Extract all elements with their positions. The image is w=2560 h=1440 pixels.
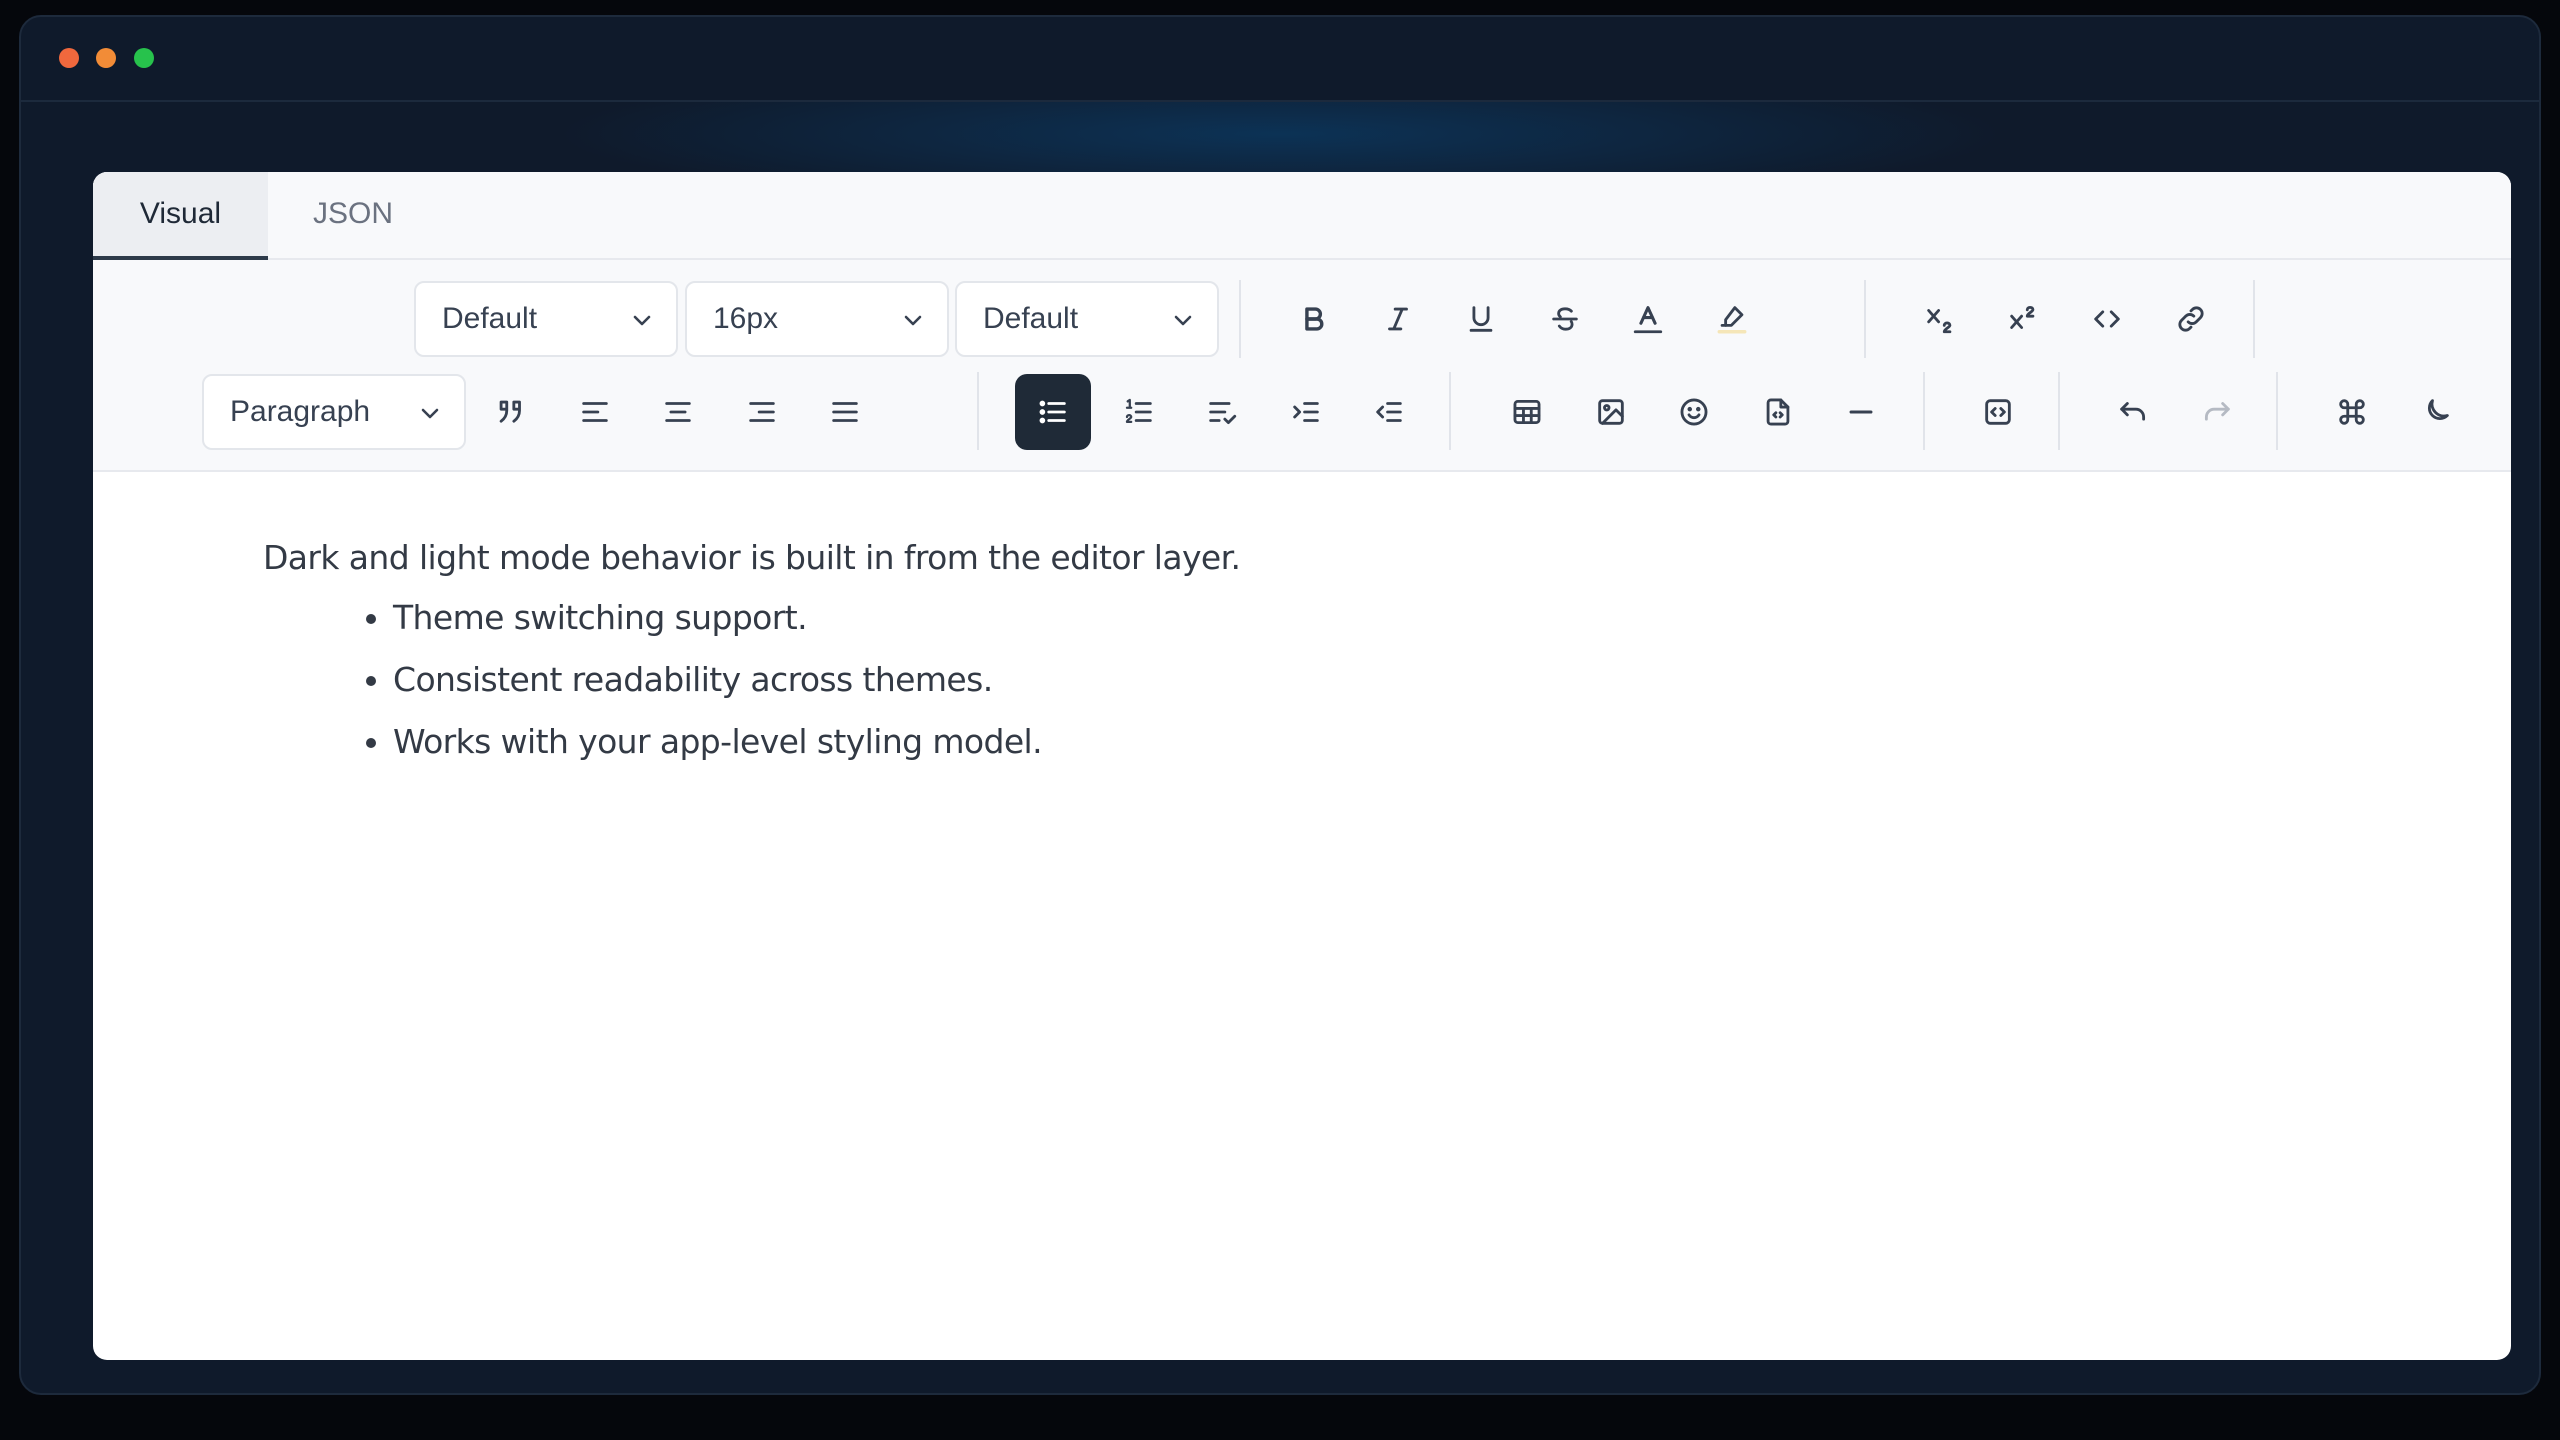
align-right-icon xyxy=(749,402,775,422)
align-justify-icon xyxy=(832,402,858,422)
theme-toggle-button[interactable] xyxy=(2406,382,2466,442)
text-color-icon xyxy=(1633,306,1663,334)
close-window-button[interactable] xyxy=(59,48,79,68)
superscript-icon xyxy=(2010,305,2035,329)
strikethrough-icon xyxy=(1552,307,1578,331)
editor-tab-bar: Visual JSON xyxy=(93,172,2511,260)
code-block-icon xyxy=(1985,399,2011,425)
chevron-down-icon xyxy=(904,315,922,326)
bullet-list-button[interactable] xyxy=(1015,374,1091,450)
toolbar-separator xyxy=(1449,372,1451,450)
minimize-window-button[interactable] xyxy=(96,48,116,68)
app-window: Visual JSON Default 16px Default Paragra… xyxy=(19,15,2541,1395)
font-size-select[interactable]: 16px xyxy=(685,281,949,357)
image-icon xyxy=(1598,399,1624,425)
subscript-button[interactable] xyxy=(1910,289,1970,349)
list-item: Works with your app-level styling model. xyxy=(393,711,1043,773)
line-height-value: Default xyxy=(983,302,1079,335)
highlight-icon xyxy=(1717,306,1747,334)
command-palette-button[interactable] xyxy=(2322,382,2382,442)
title-bar xyxy=(21,17,2539,102)
theme-toggle-icon xyxy=(2427,399,2449,421)
toolbar-separator xyxy=(1864,280,1866,358)
rich-text-editor: Visual JSON Default 16px Default Paragra… xyxy=(93,172,2511,1360)
code-icon xyxy=(2094,310,2120,328)
align-left-button[interactable] xyxy=(565,382,625,442)
editor-toolbar: Default 16px Default Paragraph xyxy=(93,260,2511,472)
emoji-button[interactable] xyxy=(1664,382,1724,442)
image-button[interactable] xyxy=(1581,382,1641,442)
font-size-value: 16px xyxy=(713,302,779,335)
bold-icon xyxy=(1305,307,1324,331)
align-center-icon xyxy=(665,402,691,422)
indent-button[interactable] xyxy=(1276,382,1336,442)
inline-code-button[interactable] xyxy=(2077,289,2137,349)
blockquote-icon xyxy=(499,400,521,423)
blockquote-button[interactable] xyxy=(481,382,541,442)
toolbar-separator xyxy=(1923,372,1925,450)
embed-file-button[interactable] xyxy=(1748,382,1808,442)
block-type-value: Paragraph xyxy=(230,395,371,428)
align-center-button[interactable] xyxy=(648,382,708,442)
chevron-down-icon xyxy=(421,408,439,419)
undo-icon xyxy=(2120,402,2146,421)
bold-button[interactable] xyxy=(1284,289,1344,349)
italic-button[interactable] xyxy=(1368,289,1428,349)
table-icon xyxy=(1513,399,1541,425)
text-color-button[interactable] xyxy=(1618,289,1678,349)
redo-icon xyxy=(2204,402,2230,421)
outdent-button[interactable] xyxy=(1359,382,1419,442)
link-button[interactable] xyxy=(2161,289,2221,349)
line-height-select[interactable]: Default xyxy=(955,281,1219,357)
embed-file-icon xyxy=(1766,398,1790,426)
toolbar-separator xyxy=(2058,372,2060,450)
chevron-down-icon xyxy=(1174,315,1192,326)
block-type-select[interactable]: Paragraph xyxy=(202,374,466,450)
toolbar-separator xyxy=(2276,372,2278,450)
toolbar-separator xyxy=(2253,280,2255,358)
align-right-button[interactable] xyxy=(732,382,792,442)
ordered-list-icon xyxy=(1125,398,1152,424)
command-icon xyxy=(2339,399,2365,425)
content-bullet-list: Theme switching support. Consistent read… xyxy=(353,587,1043,773)
tab-visual[interactable]: Visual xyxy=(93,172,268,260)
ordered-list-button[interactable] xyxy=(1109,382,1169,442)
task-list-button[interactable] xyxy=(1192,382,1252,442)
code-block-button[interactable] xyxy=(1968,382,2028,442)
redo-button[interactable] xyxy=(2187,382,2247,442)
toolbar-separator xyxy=(1239,280,1241,358)
subscript-icon xyxy=(1927,309,1952,334)
align-justify-button[interactable] xyxy=(815,382,875,442)
horizontal-rule-icon xyxy=(1849,410,1873,414)
list-item: Consistent readability across themes. xyxy=(393,649,1042,711)
strikethrough-button[interactable] xyxy=(1535,289,1595,349)
editor-content[interactable]: Dark and light mode behavior is built in… xyxy=(93,472,2511,1360)
task-list-icon xyxy=(1209,402,1237,425)
outdent-icon xyxy=(1376,402,1402,422)
content-paragraph: Dark and light mode behavior is built in… xyxy=(263,538,1241,577)
bullet-list-icon xyxy=(1039,400,1066,424)
table-button[interactable] xyxy=(1497,382,1557,442)
indent-icon xyxy=(1293,402,1319,422)
emoji-icon xyxy=(1680,398,1708,426)
undo-button[interactable] xyxy=(2103,382,2163,442)
font-family-value: Default xyxy=(442,302,538,335)
zoom-window-button[interactable] xyxy=(134,48,154,68)
italic-icon xyxy=(1388,307,1408,331)
font-family-select[interactable]: Default xyxy=(414,281,678,357)
chevron-down-icon xyxy=(633,315,651,326)
highlight-button[interactable] xyxy=(1702,289,1762,349)
underline-button[interactable] xyxy=(1451,289,1511,349)
list-item: Theme switching support. xyxy=(393,587,1042,649)
header-glow xyxy=(21,102,2539,182)
tab-json[interactable]: JSON xyxy=(268,172,438,260)
link-icon xyxy=(2178,306,2204,332)
underline-icon xyxy=(1469,306,1493,332)
align-left-icon xyxy=(582,402,608,422)
superscript-button[interactable] xyxy=(1993,289,2053,349)
horizontal-rule-button[interactable] xyxy=(1831,382,1891,442)
toolbar-separator xyxy=(977,372,979,450)
